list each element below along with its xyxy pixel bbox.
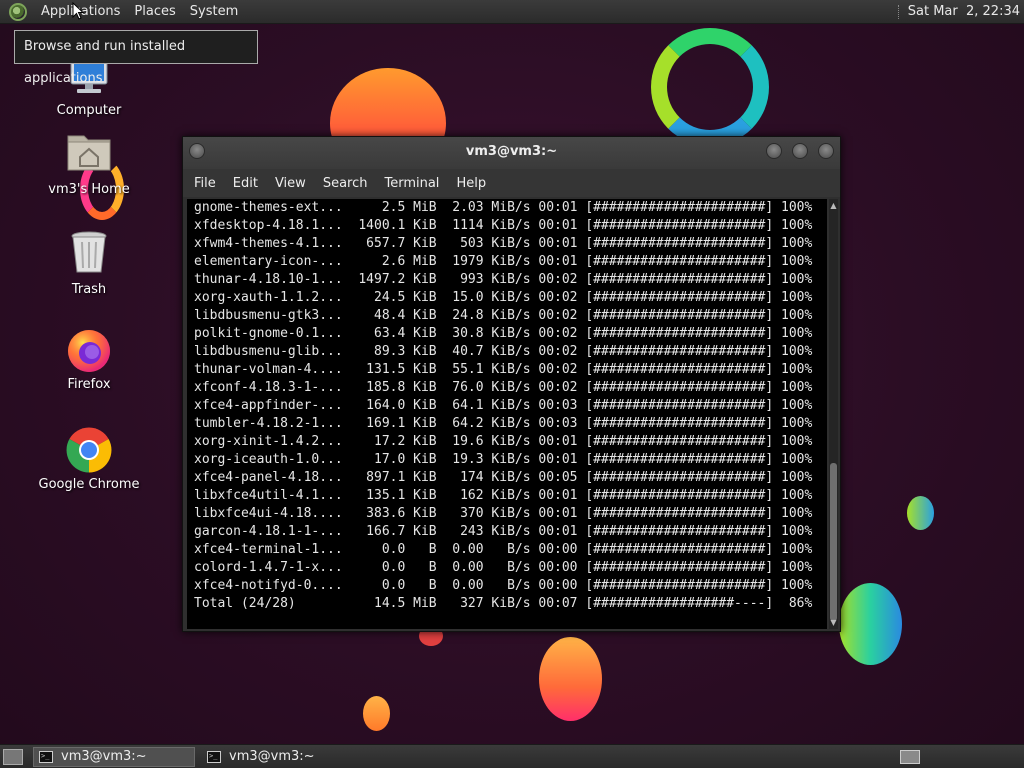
menu-terminal[interactable]: Terminal [374,176,446,191]
menu-file[interactable]: File [187,176,223,191]
show-desktop-icon[interactable] [3,748,23,765]
menu-search[interactable]: Search [313,176,375,191]
window-menu-button[interactable] [189,143,205,159]
scroll-down-icon[interactable]: ▼ [829,618,838,627]
terminal-window[interactable]: vm3@vm3:~ File Edit View Search Terminal… [182,136,841,632]
terminal-line: libdbusmenu-gtk3... 48.4 KiB 24.8 KiB/s … [194,308,813,323]
terminal-line: xfdesktop-4.18.1... 1400.1 KiB 1114 KiB/… [194,218,813,233]
firefox-icon [65,326,113,374]
system-menu[interactable]: System [183,0,245,24]
taskbar-item-label: vm3@vm3:~ [61,749,147,764]
minimize-button[interactable] [766,143,782,159]
terminal-line: tumbler-4.18.2-1... 169.1 KiB 64.2 KiB/s… [194,416,813,431]
desktop-icon-trash[interactable]: Trash [29,230,149,297]
places-menu[interactable]: Places [127,0,182,24]
terminal-line: colord-1.4.7-1-x... 0.0 B 0.00 B/s 00:00… [194,560,813,575]
trash-icon [65,230,113,278]
terminal-line: xfce4-panel-4.18... 897.1 KiB 174 KiB/s … [194,470,813,485]
terminal-line: xfce4-terminal-1... 0.0 B 0.00 B/s 00:00… [194,542,813,557]
terminal-line: polkit-gnome-0.1... 63.4 KiB 30.8 KiB/s … [194,326,813,341]
home-folder-icon [65,130,113,178]
wallpaper-small-green [907,496,934,530]
workspace-switcher[interactable] [900,749,920,764]
terminal-line: xorg-iceauth-1.0... 17.0 KiB 19.3 KiB/s … [194,452,813,467]
window-titlebar[interactable]: vm3@vm3:~ [183,137,840,169]
terminal-line: libxfce4ui-4.18.... 383.6 KiB 370 KiB/s … [194,506,813,521]
wallpaper-ring [651,28,769,146]
terminal-line: Total (24/28) 14.5 MiB 327 KiB/s 00:07 [… [194,596,813,611]
terminal-line: xfconf-4.18.3-1-... 185.8 KiB 76.0 KiB/s… [194,380,813,395]
desktop-icon-label: Google Chrome [38,477,140,492]
scroll-up-icon[interactable]: ▲ [829,201,838,210]
wallpaper-green-egg [839,583,902,665]
terminal-output[interactable]: gnome-themes-ext... 2.5 MiB 2.03 MiB/s 0… [187,199,827,629]
terminal-line: xfce4-appfinder-... 164.0 KiB 64.1 KiB/s… [194,398,813,413]
terminal-icon: >_ [39,750,53,763]
menu-edit[interactable]: Edit [223,176,265,191]
close-button[interactable] [818,143,834,159]
wallpaper-orange-egg [539,637,602,721]
scrollbar-thumb[interactable] [830,463,837,621]
chrome-icon [65,426,113,474]
desktop-icon-label: Trash [71,282,107,297]
clock-area: Sat Mar 2, 22:34 [897,4,1024,19]
terminal-line: xfce4-notifyd-0.... 0.0 B 0.00 B/s 00:00… [194,578,813,593]
terminal-line: xorg-xauth-1.1.2... 24.5 KiB 15.0 KiB/s … [194,290,813,305]
taskbar-item-terminal-1[interactable]: >_ vm3@vm3:~ [33,746,195,767]
terminal-line: thunar-4.18.10-1... 1497.2 KiB 993 KiB/s… [194,272,813,287]
terminal-line: xfwm4-themes-4.1... 657.7 KiB 503 KiB/s … [194,236,813,251]
window-title: vm3@vm3:~ [465,144,558,159]
menu-view[interactable]: View [265,176,313,191]
menu-help[interactable]: Help [446,176,493,191]
desktop-icon-label: vm3's Home [48,182,130,197]
terminal-icon: >_ [207,750,221,763]
terminal-scrollbar[interactable]: ▲ ▼ [829,199,838,629]
taskbar-item-label: vm3@vm3:~ [229,749,315,764]
desktop-icon-chrome[interactable]: Google Chrome [29,426,149,492]
applications-tooltip: Browse and run installed applications [14,30,258,86]
terminal-line: gnome-themes-ext... 2.5 MiB 2.03 MiB/s 0… [194,200,813,215]
clock[interactable]: Sat Mar 2, 22:34 [908,4,1020,19]
mouse-cursor-icon [72,2,84,20]
bottom-panel: >_ vm3@vm3:~ >_ vm3@vm3:~ [0,744,1024,768]
terminal-line: garcon-4.18.1-1-... 166.7 KiB 243 KiB/s … [194,524,813,539]
desktop-icon-label: Firefox [67,377,111,392]
terminal-line: libxfce4util-4.1... 135.1 KiB 162 KiB/s … [194,488,813,503]
desktop-icon-home[interactable]: vm3's Home [29,130,149,197]
terminal-line: elementary-icon-... 2.6 MiB 1979 KiB/s 0… [194,254,813,269]
distro-logo-icon[interactable] [9,2,27,21]
wallpaper-small-orange [363,696,390,731]
terminal-line: xorg-xinit-1.4.2... 17.2 KiB 19.6 KiB/s … [194,434,813,449]
top-panel: Applications Places System Sat Mar 2, 22… [0,0,1024,24]
terminal-line: thunar-volman-4.... 131.5 KiB 55.1 KiB/s… [194,362,813,377]
maximize-button[interactable] [792,143,808,159]
desktop-icon-firefox[interactable]: Firefox [29,326,149,392]
panel-separator [897,4,902,19]
terminal-menubar: File Edit View Search Terminal Help [183,169,840,197]
terminal-line: libdbusmenu-glib... 89.3 KiB 40.7 KiB/s … [194,344,813,359]
taskbar-item-terminal-2[interactable]: >_ vm3@vm3:~ [201,747,363,767]
